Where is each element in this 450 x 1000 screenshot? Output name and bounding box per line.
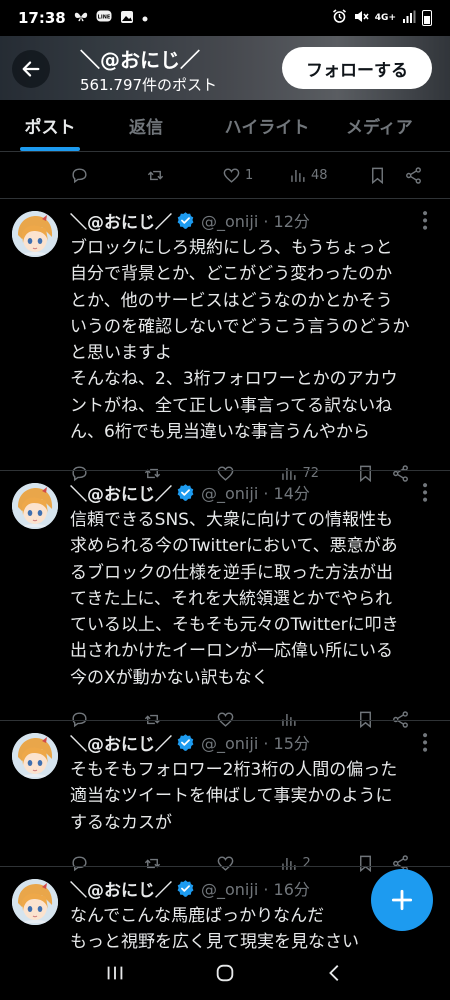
- verified-badge-icon: [177, 483, 194, 501]
- profile-name: ＼@おにじ／: [80, 48, 200, 72]
- status-bar: 17:38 LINE 4G+: [0, 0, 450, 36]
- tweet-handle-time: @_oniji · 16分: [201, 880, 310, 899]
- views-button[interactable]: 48: [288, 166, 368, 185]
- mute-icon: [353, 9, 369, 27]
- tab-media[interactable]: メディア: [342, 100, 450, 151]
- retweet-icon: [147, 170, 164, 180]
- avatar[interactable]: [12, 483, 58, 529]
- tweet-author-name[interactable]: ＼@おにじ／: [70, 208, 172, 233]
- home-circle-icon: [216, 964, 234, 982]
- more-options-icon[interactable]: •••: [416, 481, 432, 503]
- compose-post-button[interactable]: [371, 869, 433, 931]
- tweet-action-bar: 1 48: [0, 152, 450, 198]
- like-button[interactable]: 1: [222, 166, 288, 185]
- tweet-author-name[interactable]: ＼@おにじ／: [70, 876, 172, 901]
- alarm-icon: [332, 9, 347, 27]
- heart-icon: [223, 167, 240, 183]
- tweet[interactable]: ••• ＼@おにじ／ @_oniji · 15分 そもそもフォロワー2桁3桁の人…: [0, 720, 450, 873]
- reply-icon: [72, 167, 87, 183]
- tab-highlights[interactable]: ハイライト: [192, 100, 342, 151]
- home-button[interactable]: [214, 962, 236, 988]
- more-options-icon[interactable]: •••: [416, 731, 432, 753]
- plus-icon: [391, 889, 413, 911]
- chevron-left-icon: [329, 965, 339, 981]
- arrow-left-icon: [22, 61, 40, 77]
- share-button[interactable]: [404, 166, 428, 185]
- avatar[interactable]: [12, 733, 58, 779]
- verified-badge-icon: [177, 879, 194, 897]
- avatar[interactable]: [12, 211, 58, 257]
- follow-button[interactable]: フォローする: [282, 47, 432, 89]
- recent-apps-icon: [107, 966, 123, 980]
- tweet-text: ブロックにしろ規約にしろ、もうちょっと 自分で背景とか、どこがどう変わったのか …: [70, 238, 410, 443]
- bookmark-icon: [372, 167, 383, 184]
- line-icon: LINE: [96, 10, 112, 27]
- status-time: 17:38: [18, 9, 66, 27]
- verified-badge-icon: [177, 211, 194, 229]
- views-icon: [291, 169, 305, 182]
- timeline: 1 48 ••• ＼@おにじ／ @_oniji · 12分 ブロックにしろ規約に…: [0, 152, 450, 956]
- verified-badge-icon: [177, 733, 194, 751]
- tweet-author-name[interactable]: ＼@おにじ／: [70, 730, 172, 755]
- tweet-author-name[interactable]: ＼@おにじ／: [70, 480, 172, 505]
- tab-replies[interactable]: 返信: [100, 100, 192, 151]
- network-label: 4G+: [374, 12, 396, 23]
- tweet[interactable]: ••• ＼@おにじ／ @_oniji · 14分 信頼できるSNS、大衆に向けて…: [0, 470, 450, 728]
- tweet-handle-time: @_oniji · 14分: [201, 484, 310, 503]
- tweet-text: 信頼できるSNS、大衆に向けての情報性も 求められる今のTwitterにおいて、…: [70, 510, 399, 688]
- battery-icon: [422, 10, 432, 26]
- tweet-handle-time: @_oniji · 15分: [201, 734, 310, 753]
- tweet[interactable]: ••• ＼@おにじ／ @_oniji · 12分 ブロックにしろ規約にしろ、もう…: [0, 198, 450, 483]
- more-options-icon[interactable]: •••: [416, 209, 432, 231]
- dot-icon: [142, 11, 148, 25]
- bookmark-button[interactable]: [368, 166, 404, 185]
- post-count: 561.797件のポスト: [80, 76, 218, 94]
- butterfly-icon: [74, 11, 88, 26]
- view-count: 48: [311, 167, 328, 183]
- tweet-text: そもそもフォロワー2桁3桁の人間の偏った 適当なツイートを伸ばして事実かのように…: [70, 760, 398, 833]
- share-icon: [406, 166, 421, 184]
- profile-header: ＼@おにじ／ 561.797件のポスト フォローする: [0, 36, 450, 100]
- profile-tabs: ポスト 返信 ハイライト メディア: [0, 100, 450, 152]
- avatar[interactable]: [12, 879, 58, 925]
- system-back-button[interactable]: [324, 962, 346, 988]
- reply-button[interactable]: [70, 166, 146, 185]
- svg-text:LINE: LINE: [97, 14, 110, 20]
- system-navigation-bar: [0, 950, 450, 1000]
- retweet-button[interactable]: [146, 166, 222, 185]
- tab-posts[interactable]: ポスト: [0, 100, 100, 151]
- signal-icon: [402, 10, 416, 27]
- gallery-icon: [120, 10, 134, 27]
- recent-apps-button[interactable]: [104, 962, 126, 988]
- like-count: 1: [245, 167, 254, 183]
- back-button[interactable]: [12, 50, 50, 88]
- tweet-handle-time: @_oniji · 12分: [201, 212, 310, 231]
